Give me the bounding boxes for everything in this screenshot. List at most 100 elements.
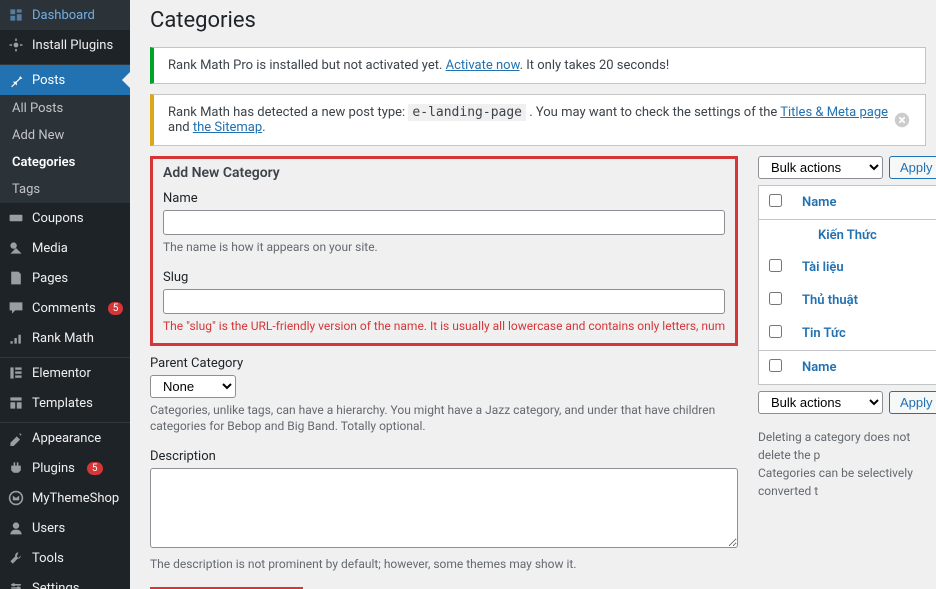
menu-label: Media — [32, 241, 68, 256]
name-label: Name — [163, 191, 725, 206]
highlight-form: Add New Category Name The name is how it… — [150, 156, 738, 346]
desc-help: The description is not prominent by defa… — [150, 556, 738, 573]
bulk-action-select-bottom[interactable]: Bulk actions — [758, 391, 883, 414]
category-list: Bulk actions Apply Name Kiến Thức Tài li… — [758, 156, 936, 589]
menu-comments[interactable]: Comments5 — [0, 293, 130, 323]
menu-elementor[interactable]: Elementor — [0, 358, 130, 388]
table-footnote: Deleting a category does not delete the … — [758, 428, 936, 500]
menu-mythemeshop[interactable]: MyThemeShop — [0, 483, 130, 513]
appearance-icon — [8, 430, 24, 446]
apply-button-top[interactable]: Apply — [889, 156, 936, 179]
parent-help: Categories, unlike tags, can have a hier… — [150, 402, 738, 436]
tool-icon — [8, 550, 24, 566]
menu-label: Posts — [32, 73, 65, 88]
page-title: Categories — [150, 8, 926, 33]
close-icon[interactable] — [893, 111, 911, 129]
plugin-icon — [8, 460, 24, 476]
notice-text: Rank Math has detected a new post type: … — [168, 105, 893, 135]
menu-settings[interactable]: Settings — [0, 573, 130, 589]
menu-coupons[interactable]: Coupons — [0, 203, 130, 233]
menu-tools[interactable]: Tools — [0, 543, 130, 573]
select-all-top[interactable] — [769, 194, 782, 207]
apply-button-bottom[interactable]: Apply — [889, 391, 936, 414]
chart-icon — [8, 330, 24, 346]
table-row: Thủ thuật — [759, 284, 936, 317]
menu-label: Users — [32, 521, 65, 536]
notice-pre: Rank Math Pro is installed but not activ… — [168, 58, 446, 73]
desc-label: Description — [150, 449, 738, 464]
sitemap-link[interactable]: the Sitemap — [193, 120, 262, 135]
submenu-categories[interactable]: Categories — [0, 149, 130, 176]
coupon-icon — [8, 210, 24, 226]
plugin-icon — [8, 37, 24, 53]
elementor-icon — [8, 365, 24, 381]
slug-input[interactable] — [163, 289, 725, 314]
category-link[interactable]: Kiến Thức — [818, 228, 877, 243]
menu-label: Pages — [32, 271, 68, 286]
slug-help: The "slug" is the URL-friendly version o… — [163, 318, 725, 335]
submenu-tags[interactable]: Tags — [0, 176, 130, 203]
notice-pre: Rank Math has detected a new post type: — [168, 105, 408, 120]
menu-label: Settings — [32, 581, 79, 589]
comment-icon — [8, 300, 24, 316]
parent-select[interactable]: None — [150, 375, 236, 398]
col-name-header[interactable]: Name — [802, 195, 836, 210]
menu-users[interactable]: Users — [0, 513, 130, 543]
menu-media[interactable]: Media — [0, 233, 130, 263]
row-checkbox[interactable] — [769, 325, 782, 338]
activate-link[interactable]: Activate now — [446, 58, 520, 73]
col-name-footer[interactable]: Name — [802, 360, 836, 375]
parent-label: Parent Category — [150, 356, 738, 371]
row-checkbox[interactable] — [769, 292, 782, 305]
mts-icon — [8, 490, 24, 506]
menu-label: Comments — [32, 301, 96, 316]
submenu-add-new[interactable]: Add New — [0, 122, 130, 149]
notice-mid: . You may want to check the settings of … — [526, 105, 780, 120]
submenu-all-posts[interactable]: All Posts — [0, 95, 130, 122]
main-content: Categories Rank Math Pro is installed bu… — [130, 0, 936, 589]
pin-icon — [8, 72, 24, 88]
menu-install-plugins[interactable]: Install Plugins — [0, 30, 130, 60]
menu-label: Install Plugins — [32, 38, 113, 53]
menu-label: Elementor — [32, 366, 91, 381]
category-link[interactable]: Tài liệu — [802, 260, 844, 275]
desc-textarea[interactable] — [150, 468, 738, 548]
notice-post: . It only takes 20 seconds! — [520, 58, 670, 73]
name-help: The name is how it appears on your site. — [163, 239, 725, 256]
menu-label: MyThemeShop — [32, 491, 119, 506]
menu-rankmath[interactable]: Rank Math — [0, 323, 130, 353]
menu-label: Plugins — [32, 461, 75, 476]
dashboard-icon — [8, 7, 24, 23]
menu-plugins[interactable]: Plugins 5 — [0, 453, 130, 483]
form-heading: Add New Category — [163, 165, 725, 181]
menu-templates[interactable]: Templates — [0, 388, 130, 418]
template-icon — [8, 395, 24, 411]
menu-label: Appearance — [32, 431, 101, 446]
bulk-action-select-top[interactable]: Bulk actions — [758, 156, 883, 179]
menu-label: Dashboard — [32, 8, 95, 23]
post-type-code: e-landing-page — [408, 104, 526, 121]
select-all-bottom[interactable] — [769, 359, 782, 372]
menu-label: Rank Math — [32, 331, 94, 346]
row-checkbox[interactable] — [769, 259, 782, 272]
menu-label: Tools — [32, 551, 64, 566]
add-category-form: Add New Category Name The name is how it… — [150, 156, 738, 589]
table-row: Kiến Thức — [759, 220, 936, 252]
plugins-badge: 5 — [87, 462, 103, 475]
menu-pages[interactable]: Pages — [0, 263, 130, 293]
menu-posts[interactable]: Posts — [0, 65, 130, 95]
name-input[interactable] — [163, 210, 725, 235]
category-link[interactable]: Thủ thuật — [802, 293, 858, 308]
notice-text: Rank Math Pro is installed but not activ… — [168, 58, 669, 73]
menu-appearance[interactable]: Appearance — [0, 423, 130, 453]
titles-meta-link[interactable]: Titles & Meta page — [780, 105, 888, 120]
slug-label: Slug — [163, 270, 725, 285]
menu-label: Coupons — [32, 211, 84, 226]
category-link[interactable]: Tin Tức — [802, 326, 846, 341]
notice-rankmath-activate: Rank Math Pro is installed but not activ… — [150, 47, 926, 84]
notice-and: and — [168, 120, 193, 135]
table-row: Tin Tức — [759, 317, 936, 351]
menu-dashboard[interactable]: Dashboard — [0, 0, 130, 30]
admin-sidebar: Dashboard Install Plugins Posts All Post… — [0, 0, 130, 589]
user-icon — [8, 520, 24, 536]
